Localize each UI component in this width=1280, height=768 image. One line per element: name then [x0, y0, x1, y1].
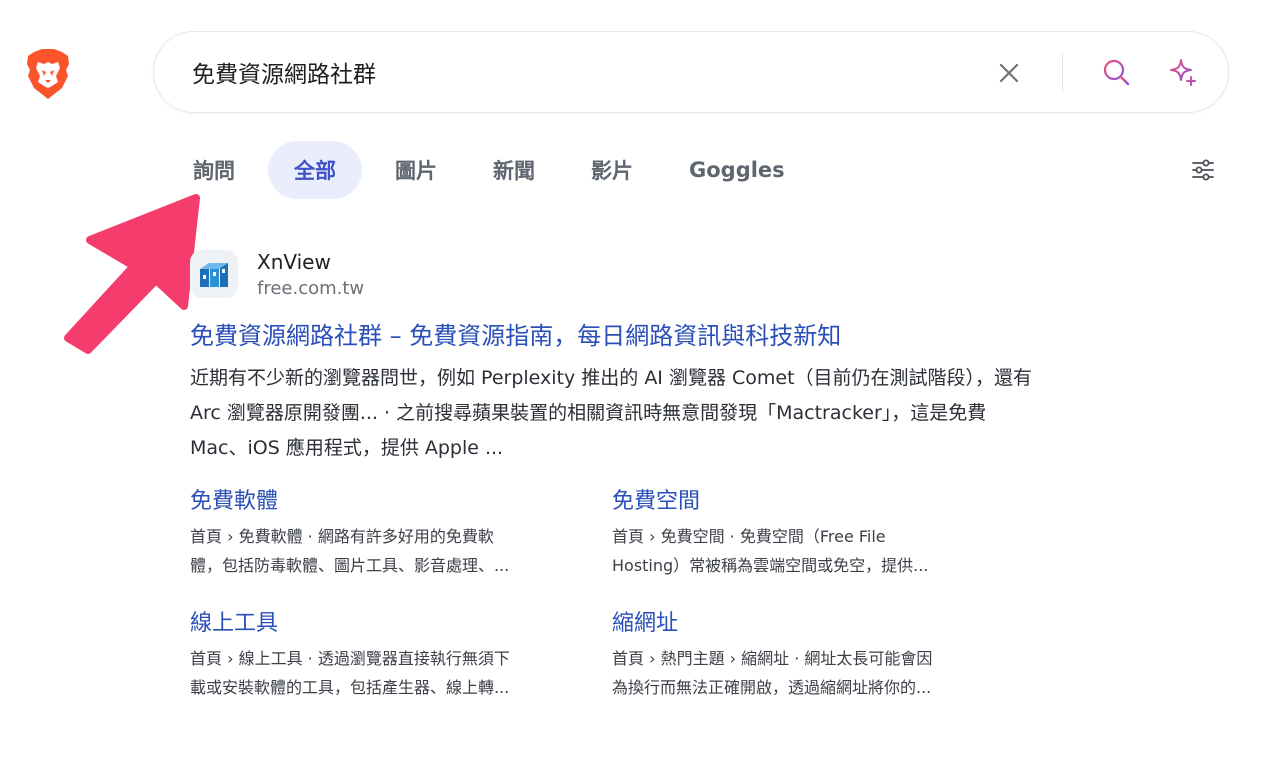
close-icon [999, 63, 1019, 83]
sitelink-desc-line: 為換行而無法正確開啟，透過縮網址將你的... [612, 678, 932, 697]
snippet-line: Arc 瀏覽器原開發團... · 之前搜尋蘋果裝置的相關資訊時無意間發現「Mac… [190, 402, 987, 424]
sitelink-url-shortener: 縮網址 首頁 › 熱門主題 › 縮網址 · 網址太長可能會因 為換行而無法正確開… [612, 606, 1007, 702]
snippet-line: Mac、iOS 應用程式，提供 Apple ... [190, 437, 504, 459]
annotation-arrow [60, 190, 210, 365]
search-input[interactable] [192, 54, 952, 90]
tab-images[interactable]: 圖片 [372, 141, 460, 199]
site-favicon [190, 250, 238, 298]
filter-settings-button[interactable] [1188, 155, 1218, 185]
sitelink-free-hosting: 免費空間 首頁 › 免費空間 · 免費空間（Free File Hosting）… [612, 484, 1007, 580]
search-bar [153, 31, 1229, 113]
brave-logo[interactable] [24, 48, 72, 100]
result-site-url[interactable]: free.com.tw [257, 278, 364, 299]
sliders-icon [1192, 159, 1214, 181]
sitelink-title[interactable]: 免費軟體 [190, 484, 585, 520]
xnview-favicon-icon [200, 263, 228, 287]
sitelink-desc-line: Hosting）常被稱為雲端空間或免空，提供... [612, 556, 929, 575]
sitelink-desc: 首頁 › 熱門主題 › 縮網址 · 網址太長可能會因 為換行而無法正確開啟，透過… [612, 644, 1007, 702]
result-title-link[interactable]: 免費資源網路社群 – 免費資源指南，每日網路資訊與科技新知 [190, 316, 841, 351]
tab-all[interactable]: 全部 [268, 141, 362, 199]
search-button[interactable] [1098, 54, 1134, 90]
search-tabs: 詢問 全部 圖片 新聞 影片 Goggles [170, 141, 818, 199]
tab-goggles[interactable]: Goggles [666, 141, 808, 199]
sitelink-online-tools: 線上工具 首頁 › 線上工具 · 透過瀏覽器直接執行無須下 載或安裝軟體的工具，… [190, 606, 585, 702]
sitelink-title[interactable]: 縮網址 [612, 606, 1007, 642]
brave-lion-logo-icon [27, 49, 69, 99]
sitelink-desc: 首頁 › 免費軟體 · 網路有許多好用的免費軟 體，包括防毒軟體、圖片工具、影音… [190, 522, 585, 580]
tab-videos[interactable]: 影片 [568, 141, 656, 199]
sitelink-free-software: 免費軟體 首頁 › 免費軟體 · 網路有許多好用的免費軟 體，包括防毒軟體、圖片… [190, 484, 585, 580]
sitelink-desc-line: 首頁 › 線上工具 · 透過瀏覽器直接執行無須下 [190, 649, 510, 668]
sitelink-desc-line: 首頁 › 免費軟體 · 網路有許多好用的免費軟 [190, 527, 494, 546]
sitelink-title[interactable]: 免費空間 [612, 484, 1007, 520]
ai-answer-button[interactable] [1165, 54, 1201, 90]
sitelink-desc: 首頁 › 線上工具 · 透過瀏覽器直接執行無須下 載或安裝軟體的工具，包括產生器… [190, 644, 585, 702]
sitelink-title[interactable]: 線上工具 [190, 606, 585, 642]
tab-news[interactable]: 新聞 [470, 141, 558, 199]
pink-arrow-annotation-icon [64, 194, 200, 354]
sparkle-icon [1170, 59, 1196, 86]
snippet-line: 近期有不少新的瀏覽器問世，例如 Perplexity 推出的 AI 瀏覽器 Co… [190, 367, 1033, 389]
search-icon [1103, 59, 1130, 86]
clear-search-button[interactable] [992, 56, 1026, 90]
sitelink-desc-line: 首頁 › 熱門主題 › 縮網址 · 網址太長可能會因 [612, 649, 933, 668]
search-divider [1062, 54, 1063, 92]
sitelink-desc-line: 首頁 › 免費空間 · 免費空間（Free File [612, 527, 886, 546]
sitelink-desc-line: 體，包括防毒軟體、圖片工具、影音處理、... [190, 556, 510, 575]
result-site-name: XnView [257, 250, 331, 274]
sitelink-desc: 首頁 › 免費空間 · 免費空間（Free File Hosting）常被稱為雲… [612, 522, 1007, 580]
sitelink-desc-line: 載或安裝軟體的工具，包括產生器、線上轉... [190, 678, 510, 697]
result-snippet: 近期有不少新的瀏覽器問世，例如 Perplexity 推出的 AI 瀏覽器 Co… [190, 361, 1180, 466]
